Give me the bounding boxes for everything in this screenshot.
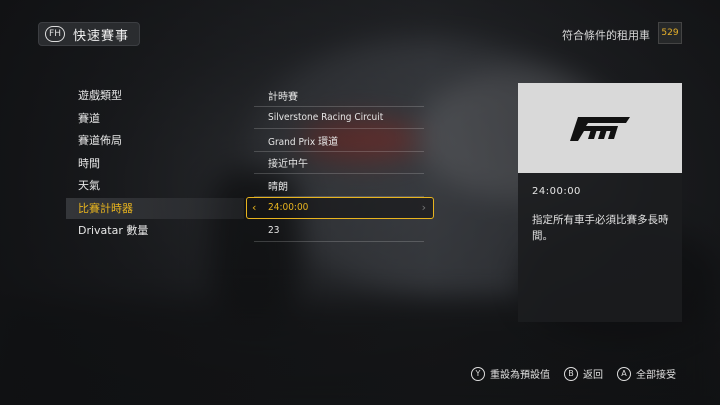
setting-race-timer[interactable]: 比賽計時器 ‹ 24:00:00 › bbox=[66, 196, 434, 220]
setting-value: 23 bbox=[268, 224, 280, 236]
setting-label: 賽道佈局 bbox=[78, 134, 122, 148]
setting-value: Grand Prix 環道 bbox=[268, 136, 339, 148]
back-hint[interactable]: B 返回 bbox=[564, 366, 603, 381]
settings-list: 遊戲類型 計時賽 賽道 Silverstone Racing Circuit 賽… bbox=[66, 84, 434, 242]
setting-label: Drivatar 數量 bbox=[78, 224, 149, 238]
setting-value: Silverstone Racing Circuit bbox=[268, 112, 384, 124]
setting-value: 24:00:00 bbox=[268, 202, 309, 214]
setting-track-layout[interactable]: 賽道佈局 Grand Prix 環道 bbox=[66, 129, 434, 152]
reset-defaults-hint[interactable]: Y 重設為預設值 bbox=[471, 366, 550, 381]
setting-track[interactable]: 賽道 Silverstone Racing Circuit bbox=[66, 107, 434, 129]
setting-label: 比賽計時器 bbox=[78, 201, 133, 215]
page-title: 快速賽事 bbox=[73, 28, 130, 44]
a-button-icon: A bbox=[617, 366, 631, 381]
forza-logo-icon: FH bbox=[45, 26, 65, 42]
accept-all-hint[interactable]: A 全部接受 bbox=[617, 366, 676, 381]
b-button-icon: B bbox=[564, 366, 578, 381]
setting-value: 接近中午 bbox=[268, 159, 308, 171]
setting-drivatar-count[interactable]: Drivatar 數量 23 bbox=[66, 219, 434, 242]
setting-game-type[interactable]: 遊戲類型 計時賽 bbox=[66, 84, 434, 107]
setting-description: 指定所有車手必須比賽多長時間。 bbox=[532, 214, 669, 242]
chevron-right-icon[interactable]: › bbox=[422, 201, 426, 214]
setting-weather[interactable]: 天氣 晴朗 bbox=[66, 174, 434, 197]
setting-label: 天氣 bbox=[78, 179, 100, 193]
setting-label: 遊戲類型 bbox=[78, 89, 122, 103]
matching-cars-count: 529 bbox=[658, 22, 682, 44]
selected-value-display: 24:00:00 bbox=[532, 186, 581, 197]
setting-value: 晴朗 bbox=[268, 181, 288, 193]
forza-logo-icon bbox=[570, 117, 630, 141]
forza-logo-thumbnail bbox=[518, 83, 682, 173]
info-panel: 24:00:00 指定所有車手必須比賽多長時間。 bbox=[518, 83, 682, 322]
setting-label: 時間 bbox=[78, 156, 100, 170]
setting-label: 賽道 bbox=[78, 111, 100, 125]
chevron-left-icon[interactable]: ‹ bbox=[252, 201, 256, 214]
button-hints: Y 重設為預設值 B 返回 A 全部接受 bbox=[471, 366, 676, 381]
setting-time-of-day[interactable]: 時間 接近中午 bbox=[66, 152, 434, 174]
y-button-icon: Y bbox=[471, 366, 485, 381]
setting-value: 計時賽 bbox=[268, 91, 298, 103]
hint-label: 重設為預設值 bbox=[490, 370, 550, 381]
matching-cars-label: 符合條件的租用車 bbox=[562, 29, 650, 42]
hint-label: 全部接受 bbox=[636, 370, 676, 381]
header-badge: FH 快速賽事 bbox=[38, 22, 141, 46]
hint-label: 返回 bbox=[583, 370, 603, 381]
